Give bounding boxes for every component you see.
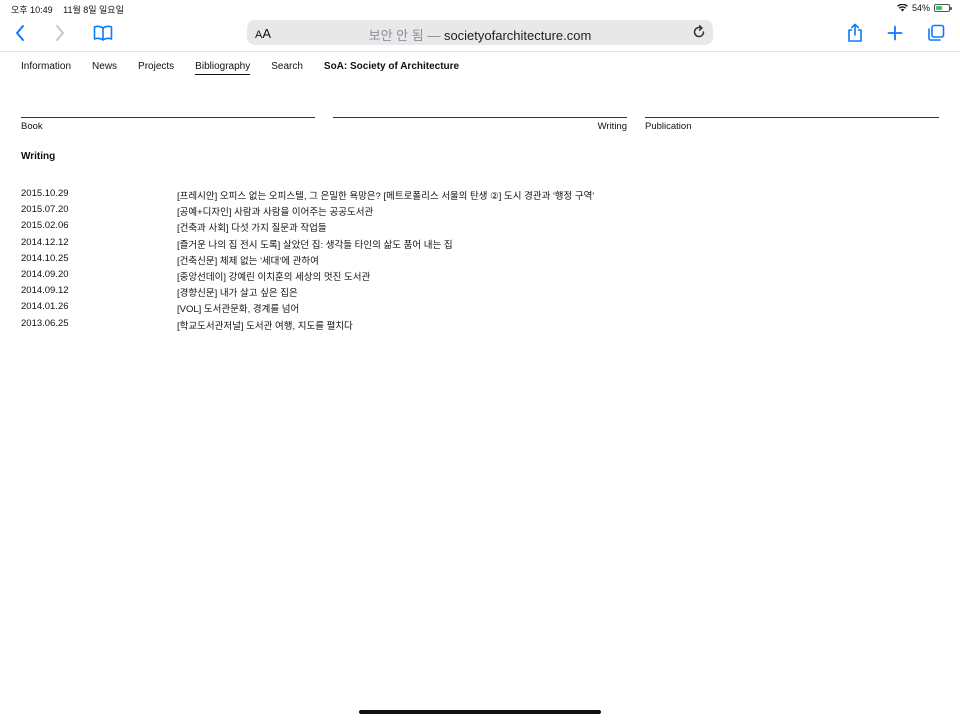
entry-date: 2015.10.29: [21, 188, 69, 199]
nav-projects[interactable]: Projects: [138, 61, 174, 75]
nav-search[interactable]: Search: [271, 61, 303, 75]
section-title: Writing: [21, 151, 56, 162]
entry-title: [공예+디자인] 사람과 사람을 이어주는 공공도서관: [177, 204, 373, 218]
category-publication: Publication: [645, 117, 939, 133]
category-writing: Writing: [333, 117, 627, 133]
book-icon[interactable]: [91, 22, 115, 44]
entry-title: [VOL] 도서관문화, 경계를 넘어: [177, 301, 299, 315]
nav-information[interactable]: Information: [21, 61, 71, 75]
entry-date: 2014.09.20: [21, 268, 69, 280]
category-publication-link[interactable]: Publication: [645, 121, 691, 132]
writing-entry: 2013.06.25 [학교도서관저널] 도서관 여행, 지도를 펼치다: [21, 318, 921, 334]
writing-entry: 2014.09.12 [경향신문] 내가 살고 싶은 집은: [21, 285, 921, 301]
entry-title: [즐거운 나의 집 전시 도록] 살았던 집: 생각들 타인의 삶도 품어 내는…: [177, 237, 453, 251]
writing-entry: 2014.09.20 [중앙선데이] 강예린 이치훈의 세상의 멋진 도서관: [21, 269, 921, 285]
entry-title-link[interactable]: [건축과 사회] 다섯 가지 질문과 작업들: [177, 223, 327, 234]
status-left: 오후 10:49 11월 8일 일요일: [11, 3, 124, 16]
writing-list: 2015.10.29 [프레시안] 오피스 없는 오피스텔, 그 은밀한 욕망은…: [21, 188, 921, 334]
entry-title: [학교도서관저널] 도서관 여행, 지도를 펼치다: [177, 318, 353, 332]
site-nav: Information News Projects Bibliography S…: [21, 61, 459, 75]
entry-date: 2015.07.20: [21, 204, 69, 216]
entry-title: [건축과 사회] 다섯 가지 질문과 작업들: [177, 220, 327, 234]
entry-date: 2014.01.26: [21, 301, 69, 313]
entry-title-link[interactable]: [프레시안] 오피스 없는 오피스텔, 그 은밀한 욕망은? [메트로폴리스 서…: [177, 191, 594, 202]
entry-title-link[interactable]: [학교도서관저널] 도서관 여행, 지도를 펼치다: [177, 321, 353, 332]
address-bar[interactable]: AA 보안 안 됨 — societyofarchitecture.com: [247, 20, 713, 45]
entry-date: 2014.09.12: [21, 285, 69, 297]
battery-cap: [950, 7, 952, 10]
not-secure-label: 보안 안 됨 —: [368, 28, 444, 43]
entry-title-link[interactable]: [공예+디자인] 사람과 사람을 이어주는 공공도서관: [177, 207, 373, 218]
writing-entry: 2014.10.25 [건축신문] 체제 없는 '세대'에 관하여: [21, 253, 921, 269]
writing-entry: 2015.07.20 [공예+디자인] 사람과 사람을 이어주는 공공도서관: [21, 204, 921, 220]
plus-icon[interactable]: [883, 22, 907, 44]
share-icon[interactable]: [843, 22, 867, 44]
entry-title: [건축신문] 체제 없는 '세대'에 관하여: [177, 253, 319, 267]
home-indicator[interactable]: [359, 710, 601, 714]
entry-date: 2013.06.25: [21, 317, 69, 329]
battery-percent: 54%: [911, 3, 930, 13]
writing-entry: 2014.01.26 [VOL] 도서관문화, 경계를 넘어: [21, 301, 921, 317]
entry-title: [프레시안] 오피스 없는 오피스텔, 그 은밀한 욕망은? [메트로폴리스 서…: [177, 188, 594, 202]
entry-title-link[interactable]: [경향신문] 내가 살고 싶은 집은: [177, 288, 298, 299]
chevron-left-icon[interactable]: [8, 22, 32, 44]
battery-fill: [936, 6, 942, 10]
entry-title-link[interactable]: [중앙선데이] 강예린 이치훈의 세상의 멋진 도서관: [177, 272, 370, 283]
status-bar: 오후 10:49 11월 8일 일요일 54%: [0, 0, 960, 16]
nav-news[interactable]: News: [92, 61, 117, 75]
status-time: 오후 10:49: [11, 5, 53, 15]
entry-title: [중앙선데이] 강예린 이치훈의 세상의 멋진 도서관: [177, 269, 370, 283]
reload-icon[interactable]: [691, 24, 707, 40]
category-writing-link[interactable]: Writing: [598, 121, 627, 132]
safari-screen: 오후 10:49 11월 8일 일요일 54% AA 보안 안 됨 — soci…: [0, 0, 960, 720]
chevron-right-icon[interactable]: [48, 22, 72, 44]
site-brand[interactable]: SoA: Society of Architecture: [324, 61, 459, 75]
url-domain: societyofarchitecture.com: [443, 28, 592, 43]
entry-title: [경향신문] 내가 살고 싶은 집은: [177, 285, 298, 299]
browser-toolbar: AA 보안 안 됨 — societyofarchitecture.com: [0, 16, 960, 52]
category-book-link[interactable]: Book: [21, 121, 43, 132]
status-right: 54%: [897, 3, 952, 13]
entry-title-link[interactable]: [즐거운 나의 집 전시 도록] 살았던 집: 생각들 타인의 삶도 품어 내는…: [177, 240, 453, 251]
writing-entry: 2014.12.12 [즐거운 나의 집 전시 도록] 살았던 집: 생각들 타…: [21, 237, 921, 253]
battery-icon: [934, 4, 952, 12]
entry-title-link[interactable]: [건축신문] 체제 없는 '세대'에 관하여: [177, 256, 319, 267]
category-book: Book: [21, 117, 315, 133]
status-date: 11월 8일 일요일: [63, 5, 124, 15]
url-display[interactable]: 보안 안 됨 — societyofarchitecture.com: [247, 25, 713, 44]
writing-entry: 2015.02.06 [건축과 사회] 다섯 가지 질문과 작업들: [21, 220, 921, 236]
entry-title-link[interactable]: [VOL] 도서관문화, 경계를 넘어: [177, 304, 299, 315]
entry-date: 2014.10.25: [21, 252, 69, 264]
entry-date: 2015.02.06: [21, 220, 69, 232]
tabs-icon[interactable]: [924, 22, 948, 44]
writing-entry: 2015.10.29 [프레시안] 오피스 없는 오피스텔, 그 은밀한 욕망은…: [21, 188, 921, 204]
nav-bibliography[interactable]: Bibliography: [195, 61, 251, 75]
wifi-icon: [897, 4, 908, 12]
entry-date: 2014.12.12: [21, 236, 69, 248]
